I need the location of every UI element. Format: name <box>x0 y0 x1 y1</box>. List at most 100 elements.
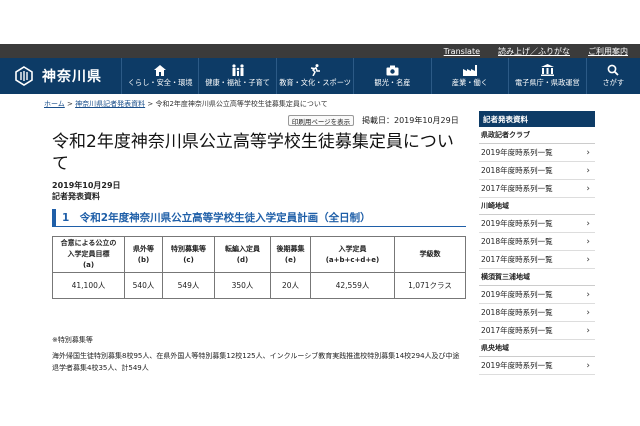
help-link[interactable]: ご利用案内 <box>588 46 628 57</box>
sidebar-link-label: 2018年度時系列一覧 <box>481 237 553 246</box>
sidebar-link-label: 2017年度時系列一覧 <box>481 184 553 193</box>
page-title: 令和2年度神奈川県公立高等学校生徒募集定員について <box>52 132 454 174</box>
sidebar-link-label: 2018年度時系列一覧 <box>481 308 553 317</box>
global-nav: くらし・安全・環境 健康・福祉・子育て 教育・文化・スポーツ 観光・名産 産業・… <box>122 58 640 94</box>
nav-item-search[interactable]: さがす <box>587 58 640 94</box>
chevron-right-icon: › <box>586 183 590 194</box>
sidebar-link[interactable]: 2019年度時系列一覧 › <box>479 357 595 375</box>
chevron-right-icon: › <box>586 289 590 300</box>
header-line: (b) <box>137 255 150 264</box>
table-header-cell: 合意による公立の 入学定員目標 (a) <box>52 236 125 273</box>
header-line: (d) <box>236 255 249 264</box>
chevron-right-icon: › <box>586 360 590 371</box>
site-logo[interactable]: 神奈川県 <box>0 58 122 94</box>
nav-label: 健康・福祉・子育て <box>205 78 270 87</box>
table-cell: 549人 <box>162 272 215 299</box>
building-icon <box>540 64 554 76</box>
table-cell: 42,559人 <box>310 272 395 299</box>
table-row: 41,100人 540人 549人 350人 20人 42,559人 1,071… <box>52 272 466 299</box>
table-cell: 1,071クラス <box>394 272 466 299</box>
sidebar-link[interactable]: 2019年度時系列一覧 › <box>479 144 595 162</box>
nav-item-education[interactable]: 教育・文化・スポーツ <box>277 58 355 94</box>
table-header-cell: 入学定員 (a+b+c+d+e) <box>310 236 395 273</box>
bottom-band <box>0 381 640 426</box>
sidebar-heading: 記者発表資料 <box>479 111 595 127</box>
breadcrumb-current: 令和2年度神奈川県公立高等学校生徒募集定員について <box>155 100 328 108</box>
header-line: 特別募集等 <box>171 244 206 253</box>
chevron-right-icon: › <box>586 218 590 229</box>
table-header-cell: 県外等 (b) <box>124 236 163 273</box>
nav-item-health[interactable]: 健康・福祉・子育て <box>199 58 277 94</box>
header-line: 後期募集 <box>276 244 305 253</box>
table-header-row: 合意による公立の 入学定員目標 (a) 県外等 (b) 特別募集等 (c) 転編… <box>52 236 466 273</box>
section-heading: 1 令和2年度神奈川県公立高等学校生徒入学定員計画（全日制） <box>52 209 466 227</box>
sidebar-link[interactable]: 2019年度時系列一覧 › <box>479 215 595 233</box>
nav-item-industry[interactable]: 産業・働く <box>432 58 510 94</box>
nav-label: 電子県庁・県政運営 <box>514 78 580 87</box>
chevron-right-icon: › <box>586 147 590 158</box>
sidebar-link[interactable]: 2018年度時系列一覧 › <box>479 162 595 180</box>
sidebar-link-label: 2019年度時系列一覧 <box>481 148 553 157</box>
header-line: 入学定員目標 <box>67 250 110 258</box>
nav-item-government[interactable]: 電子県庁・県政運営 <box>509 58 587 94</box>
nav-item-tourism[interactable]: 観光・名産 <box>354 58 432 94</box>
chevron-right-icon: › <box>586 165 590 176</box>
chevron-right-icon: › <box>586 236 590 247</box>
sidebar-link-label: 2019年度時系列一覧 <box>481 219 553 228</box>
table-cell: 350人 <box>214 272 271 299</box>
print-page-button[interactable]: 印刷用ページを表示 <box>288 115 354 126</box>
factory-icon <box>462 64 477 76</box>
house-icon <box>154 64 167 76</box>
prefecture-emblem-icon <box>14 65 34 87</box>
runner-icon <box>309 64 321 76</box>
header-line: (a) <box>82 261 95 269</box>
header-line: 県外等 <box>133 244 154 253</box>
header-line: 合意による公立の <box>60 239 117 247</box>
header-line: 転編入定員 <box>225 244 260 253</box>
sidebar-link[interactable]: 2017年度時系列一覧 › <box>479 322 595 340</box>
chevron-right-icon: › <box>586 254 590 265</box>
table-cell: 41,100人 <box>52 272 125 299</box>
header-line: (c) <box>183 255 194 264</box>
sidebar-group-title: 県政記者クラブ <box>479 127 595 144</box>
nav-label: くらし・安全・環境 <box>127 78 193 87</box>
chevron-right-icon: › <box>586 307 590 318</box>
sidebar-link[interactable]: 2018年度時系列一覧 › <box>479 233 595 251</box>
table-header-cell: 特別募集等 (c) <box>162 236 215 273</box>
document-type: 記者発表資料 <box>52 192 100 201</box>
sidebar-link[interactable]: 2017年度時系列一覧 › <box>479 251 595 269</box>
family-icon <box>231 64 245 76</box>
translate-link[interactable]: Translate <box>444 47 480 56</box>
breadcrumb-separator: > <box>64 100 76 108</box>
table-header-cell: 後期募集 (e) <box>270 236 311 273</box>
breadcrumb-home[interactable]: ホーム <box>44 100 65 108</box>
header-line: (a+b+c+d+e) <box>325 255 380 264</box>
table-header-cell: 学級数 <box>394 236 466 273</box>
chevron-right-icon: › <box>586 325 590 336</box>
table-cell: 540人 <box>124 272 163 299</box>
camera-icon <box>386 64 399 76</box>
sidebar-link-label: 2017年度時系列一覧 <box>481 255 553 264</box>
header-line: 学級数 <box>419 250 441 258</box>
breadcrumb-parent[interactable]: 神奈川県記者発表資料 <box>75 100 145 108</box>
note-heading: ※特別募集等 <box>52 336 93 344</box>
sidebar-link-label: 2019年度時系列一覧 <box>481 361 553 370</box>
main-content: 印刷用ページを表示 掲載日：2019年10月29日 令和2年度神奈川県公立高等学… <box>44 111 469 381</box>
sidebar-link[interactable]: 2017年度時系列一覧 › <box>479 180 595 198</box>
sidebar-group-title: 県央地域 <box>479 340 595 357</box>
read-aloud-link[interactable]: 読み上げ／ふりがな <box>498 46 570 57</box>
utility-bar: Translate 読み上げ／ふりがな ご利用案内 <box>0 44 640 58</box>
sidebar-link[interactable]: 2018年度時系列一覧 › <box>479 304 595 322</box>
site-header: 神奈川県 くらし・安全・環境 健康・福祉・子育て 教育・文化・スポーツ 観光・名… <box>0 58 640 94</box>
header-line: 入学定員 <box>338 244 367 253</box>
breadcrumb-separator: > <box>145 100 156 108</box>
table-header-cell: 転編入定員 (d) <box>214 236 271 273</box>
nav-label: 産業・働く <box>451 78 488 87</box>
sidebar-group-title: 川崎地域 <box>479 198 595 215</box>
page-frame: Translate 読み上げ／ふりがな ご利用案内 神奈川県 くらし・安全・環境… <box>0 0 640 426</box>
sidebar: 記者発表資料 県政記者クラブ 2019年度時系列一覧 › 2018年度時系列一覧 ›… <box>479 111 595 381</box>
sidebar-link-label: 2018年度時系列一覧 <box>481 166 553 175</box>
nav-item-living[interactable]: くらし・安全・環境 <box>122 58 200 94</box>
sidebar-link[interactable]: 2019年度時系列一覧 › <box>479 286 595 304</box>
breadcrumb: ホーム > 神奈川県記者発表資料 > 令和2年度神奈川県公立高等学校生徒募集定員… <box>44 99 328 109</box>
